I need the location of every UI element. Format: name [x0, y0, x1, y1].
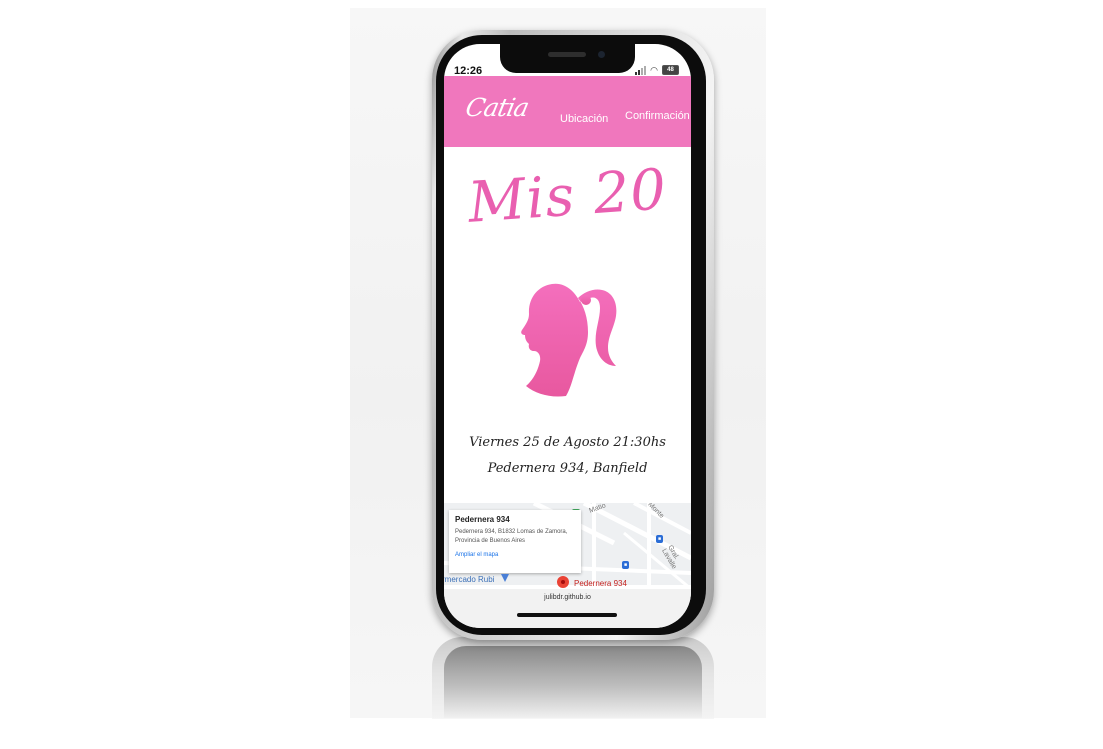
speaker-grille [548, 52, 586, 57]
front-camera [598, 51, 605, 58]
map-marker-label: Pedernera 934 [574, 579, 627, 588]
nav-link-ubicacion[interactable]: Ubicación [560, 113, 608, 125]
bus-stop-icon: ■ [656, 535, 663, 543]
map-place-label: rmercado Rubi [444, 575, 495, 584]
battery-icon: 48 [662, 65, 679, 75]
status-icons: ◠ 48 [635, 65, 679, 75]
expand-map-link[interactable]: Ampliar el mapa [455, 552, 575, 558]
browser-url[interactable]: julibdr.github.io [444, 594, 691, 601]
phone-notch [500, 44, 635, 73]
bus-stop-icon: ■ [622, 561, 629, 569]
map-card-address: Pedernera 934, B1832 Lomas de Zamora, Pr… [455, 529, 568, 544]
map-info-card: Pedernera 934 Pedernera 934, B1832 Lomas… [449, 510, 581, 573]
embedded-map[interactable]: Matio Monte Gral. Lavalle ■ ■ Pedernera … [444, 503, 691, 589]
site-logo[interactable]: Catia [463, 93, 531, 122]
site-navbar: Catia Ubicación Confirmación [444, 76, 691, 147]
hero-title: Mis 20 [465, 157, 670, 236]
home-indicator[interactable] [517, 613, 617, 617]
phone-reflection-screen [444, 646, 702, 718]
location-pin-icon[interactable] [557, 576, 569, 588]
wifi-icon: ◠ [650, 64, 658, 75]
event-date: Viernes 25 de Agosto 21:30hs [469, 435, 666, 450]
nav-link-confirmacion[interactable]: Confirmación [625, 110, 690, 122]
girl-silhouette-icon [521, 283, 617, 397]
phone-screen: 12:26 ◠ 48 Catia Ubicación Confirmación … [444, 44, 691, 628]
signal-icon [635, 65, 647, 75]
browser-address-bar[interactable]: julibdr.github.io [444, 589, 691, 628]
map-card-title: Pedernera 934 [455, 515, 510, 524]
event-place: Pedernera 934, Banfield [487, 461, 648, 476]
